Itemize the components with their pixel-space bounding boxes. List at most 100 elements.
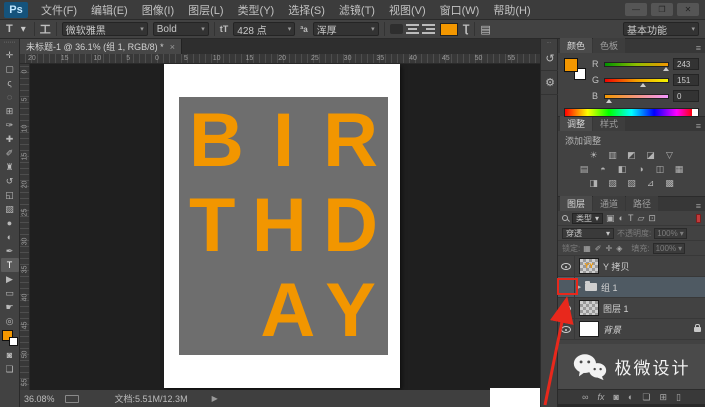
tab-paths[interactable]: 路径 [626, 196, 658, 211]
status-flyout-icon[interactable]: ▶ [212, 394, 218, 403]
layer-mask-icon[interactable]: ◙ [613, 392, 618, 402]
adjustment-layer-icon[interactable]: ◐ [628, 392, 633, 402]
visibility-toggle[interactable] [558, 319, 575, 340]
menu-item[interactable]: 图层(L) [181, 5, 230, 17]
text-color-swatch[interactable] [440, 23, 458, 36]
exposure-icon[interactable]: ◪ [644, 149, 658, 161]
photo-filter-icon[interactable]: ◑ [634, 163, 648, 175]
eyedropper-tool[interactable]: ✑ [1, 118, 19, 132]
toolbar-grip[interactable]: ⋯⋯ [4, 39, 16, 48]
align-center-icon[interactable] [406, 24, 419, 34]
tab-channels[interactable]: 通道 [593, 196, 625, 211]
align-left-icon[interactable] [390, 24, 403, 34]
zoom-level[interactable]: 36.08% [24, 394, 55, 404]
menu-item[interactable]: 窗口(W) [433, 5, 487, 17]
slider-marker[interactable] [606, 99, 612, 103]
new-group-icon[interactable]: ❏ [642, 392, 650, 403]
minimize-button[interactable]: — [625, 3, 647, 16]
filter-type-layers-icon[interactable]: T [628, 213, 634, 223]
layer-name[interactable]: 图层 1 [603, 302, 701, 315]
selective-color-icon[interactable]: ⊿ [644, 177, 658, 189]
color-spectrum-ramp[interactable] [564, 108, 699, 117]
pen-tool[interactable]: ✒ [1, 244, 19, 258]
text-orientation-icon[interactable]: 工 [40, 21, 51, 37]
type-tool-preset-icon[interactable]: T [6, 23, 13, 35]
layer-row[interactable]: 图层 1 [558, 298, 705, 319]
panel-menu-icon[interactable]: ≡ [696, 43, 705, 53]
delete-layer-icon[interactable]: ▯ [676, 392, 681, 403]
layer-name[interactable]: Y 拷贝 [603, 260, 701, 273]
filter-type-select[interactable]: 类型 ▾ [572, 213, 603, 224]
channel-slider[interactable] [604, 78, 669, 83]
panel-menu-icon[interactable]: ≡ [696, 121, 705, 131]
lock-pixels-icon[interactable]: ✐ [595, 244, 602, 253]
black-white-icon[interactable]: ◧ [615, 163, 629, 175]
toggle-panels-icon[interactable]: ▤ [480, 23, 490, 36]
color-lookup-icon[interactable]: ▦ [672, 163, 686, 175]
layer-thumbnail[interactable] [579, 300, 599, 316]
foreground-color-swatch[interactable] [564, 58, 578, 72]
background-color-swatch[interactable] [9, 337, 18, 346]
type-tool[interactable]: T [1, 258, 19, 272]
gradient-tool[interactable]: ▨ [1, 202, 19, 216]
layer-style-icon[interactable]: fx [597, 392, 604, 402]
filter-pixel-layers-icon[interactable]: ▣ [606, 213, 615, 224]
move-tool[interactable]: ✛ [1, 48, 19, 62]
lasso-tool[interactable]: ς [1, 76, 19, 90]
lock-all-icon[interactable]: ◈ [616, 244, 622, 253]
shape-tool[interactable]: ▭ [1, 286, 19, 300]
font-size-select[interactable]: 428 点 ▾ [233, 22, 295, 36]
crop-tool[interactable]: ⊞ [1, 104, 19, 118]
menu-item[interactable]: 编辑(E) [84, 5, 135, 17]
channel-value-field[interactable]: 243 [673, 58, 699, 70]
zoom-tool[interactable]: ◎ [1, 314, 19, 328]
tab-swatches[interactable]: 色板 [593, 38, 625, 53]
properties-panel-icon[interactable]: ⚙ [541, 71, 559, 95]
gradient-map-icon[interactable]: ▩ [663, 177, 677, 189]
lock-position-icon[interactable]: ✛ [606, 244, 613, 253]
invert-icon[interactable]: ◨ [587, 177, 601, 189]
slider-marker[interactable] [640, 83, 646, 87]
vibrance-icon[interactable]: ▽ [663, 149, 677, 161]
layer-name[interactable]: 背景 [603, 323, 694, 336]
hue-saturation-icon[interactable]: ▤ [577, 163, 591, 175]
warp-text-icon[interactable]: Ʈ [463, 23, 470, 35]
marquee-tool[interactable]: ▢ [1, 62, 19, 76]
quick-selection-tool[interactable]: ◌ [1, 90, 19, 104]
menu-item[interactable]: 帮助(H) [486, 5, 537, 17]
layer-row[interactable]: YY Y 拷贝 [558, 256, 705, 277]
blur-tool[interactable]: ● [1, 216, 19, 230]
maximize-button[interactable]: ❐ [651, 3, 673, 16]
filter-shape-layers-icon[interactable]: ▱ [637, 213, 644, 224]
align-right-icon[interactable] [422, 24, 435, 34]
close-icon[interactable]: × [170, 42, 175, 52]
layer-name[interactable]: 组 1 [601, 281, 701, 294]
link-layers-icon[interactable]: ∞ [582, 392, 588, 402]
tab-adjustments[interactable]: 调整 [560, 116, 592, 131]
threshold-icon[interactable]: ▧ [625, 177, 639, 189]
channel-mixer-icon[interactable]: ◫ [653, 163, 667, 175]
foreground-background-swatches[interactable] [2, 330, 18, 346]
anti-alias-select[interactable]: 浑厚 ▾ [313, 22, 379, 36]
levels-icon[interactable]: ▥ [606, 149, 620, 161]
tab-styles[interactable]: 样式 [593, 116, 625, 131]
font-family-select[interactable]: 微软雅黑 ▾ [62, 22, 148, 36]
opacity-field[interactable]: 100% ▾ [654, 228, 686, 239]
document-tab[interactable]: 未标题-1 @ 36.1% (组 1, RGB/8) * × [20, 39, 182, 54]
tool-preset-caret-icon[interactable]: ▾ [18, 22, 29, 36]
brightness-contrast-icon[interactable]: ☀ [587, 149, 601, 161]
layer-thumbnail[interactable]: YY [579, 258, 599, 274]
menu-item[interactable]: 类型(Y) [231, 5, 282, 17]
font-style-select[interactable]: Bold ▾ [153, 22, 209, 36]
tab-layers[interactable]: 图层 [560, 196, 592, 211]
brush-tool[interactable]: ✐ [1, 146, 19, 160]
channel-value-field[interactable]: 151 [673, 74, 699, 86]
menu-item[interactable]: 图像(I) [135, 5, 181, 17]
filter-toggle-icon[interactable] [696, 214, 701, 223]
history-panel-icon[interactable]: ↺ [541, 47, 559, 71]
panel-menu-icon[interactable]: ≡ [696, 201, 705, 211]
spectrum-white-cap[interactable] [692, 109, 698, 116]
new-layer-icon[interactable]: ⊞ [659, 392, 667, 403]
hand-tool[interactable]: ☛ [1, 300, 19, 314]
visibility-toggle[interactable] [558, 256, 575, 277]
